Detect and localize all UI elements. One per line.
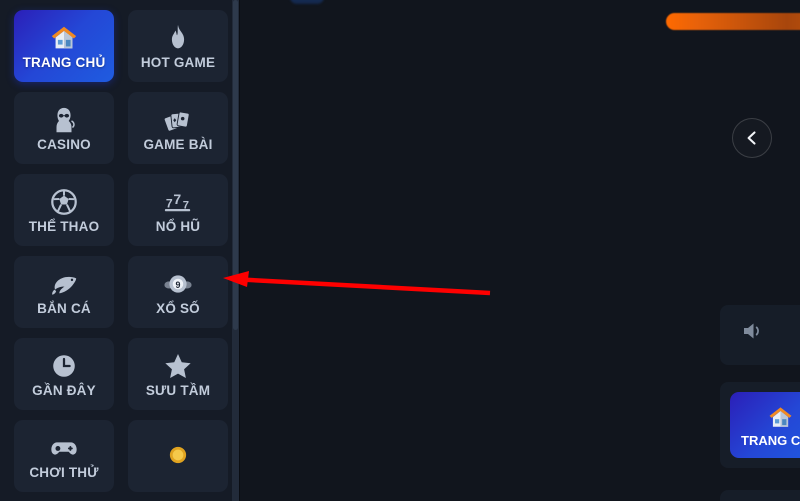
sidebar-tile-0[interactable]: TRANG CHỦ <box>14 10 114 82</box>
app-root: TRANG CHỦ HOT GAME CASINO GAME BÀI THỂ THAO 7… <box>0 0 800 501</box>
game-category-sidebar: TRANG CHỦ HOT GAME CASINO GAME BÀI THỂ THAO 7… <box>0 0 232 501</box>
sidebar-tile-label: GẦN ĐÂY <box>32 382 96 398</box>
sidebar-tile-icon-wrap <box>49 433 79 463</box>
sidebar-tile-label: HOT GAME <box>140 54 216 70</box>
slot-777-icon: 777 <box>164 191 191 211</box>
bottom-nav-tile-0[interactable]: TRANG CHỦ <box>730 392 800 458</box>
gamepad-icon <box>51 442 77 455</box>
sidebar-tile-icon-wrap <box>165 440 191 470</box>
sidebar-tile-icon-wrap: 777 <box>163 187 193 217</box>
sidebar-tile-partial[interactable] <box>128 420 228 492</box>
sidebar-tile-icon-wrap <box>49 269 79 299</box>
sidebar-tile-7[interactable]: 9 XỔ SỐ <box>128 256 228 328</box>
audio-panel <box>720 305 800 365</box>
lottery-ball-9-icon: 9 <box>164 275 192 293</box>
bottom-category-nav: TRANG CHỦHOT GAMECASINO <box>730 392 800 458</box>
bottom-nav-label: TRANG CHỦ <box>741 432 800 448</box>
sidebar-scrollbar[interactable] <box>232 0 239 501</box>
sidebar-tile-label: CHƠI THỬ <box>29 464 99 480</box>
bottom-nav-panel: TRANG CHỦHOT GAMECASINO <box>720 382 800 468</box>
sidebar-tile-icon-wrap <box>49 187 79 217</box>
sidebar-tile-label: XỔ SỐ <box>156 300 200 316</box>
soccer-ball-icon <box>51 188 77 215</box>
sidebar-tile-3[interactable]: GAME BÀI <box>128 92 228 164</box>
sidebar-tile-label: BẮN CÁ <box>37 300 91 316</box>
sidebar-tile-10[interactable]: CHƠI THỬ <box>14 420 114 492</box>
flame-icon <box>171 24 185 49</box>
sidebar-tile-label: CASINO <box>37 136 91 152</box>
sidebar-tile-label: NỔ HŨ <box>155 218 201 234</box>
bottom-footer-panel <box>720 490 800 501</box>
sidebar-scrollbar-thumb[interactable] <box>233 0 238 330</box>
sidebar-tile-label: TRANG CHỦ <box>22 54 106 70</box>
sidebar-tile-grid: TRANG CHỦ HOT GAME CASINO GAME BÀI THỂ THAO 7… <box>0 0 232 497</box>
bottom-nav-icon-wrap <box>767 404 794 432</box>
sidebar-tile-icon-wrap <box>49 105 79 135</box>
sidebar-tile-5[interactable]: 7 7 7 NỔ HŨ <box>128 174 228 246</box>
dealer-woman-icon <box>56 107 75 132</box>
house-icon <box>51 26 77 49</box>
sidebar-tile-icon-wrap <box>163 351 193 381</box>
sidebar-tile-6[interactable]: BẮN CÁ <box>14 256 114 328</box>
sidebar-tile-icon-wrap <box>49 351 79 381</box>
svg-text:7: 7 <box>166 196 173 210</box>
sidebar-tile-icon-wrap <box>49 23 79 53</box>
clock-icon <box>53 354 75 377</box>
sidebar-tile-8[interactable]: GẦN ĐÂY <box>14 338 114 410</box>
sidebar-tile-icon-wrap <box>163 105 193 135</box>
sidebar-tile-label: SƯU TẦM <box>145 382 211 398</box>
sidebar-tile-label: GAME BÀI <box>143 136 213 152</box>
house-icon <box>769 407 791 427</box>
sidebar-tile-9[interactable]: SƯU TẦM <box>128 338 228 410</box>
back-button[interactable] <box>732 118 772 158</box>
blue-tab-stub <box>290 0 324 4</box>
sidebar-tile-2[interactable]: CASINO <box>14 92 114 164</box>
speaker-volume-icon[interactable] <box>742 321 764 346</box>
playing-cards-icon <box>163 111 190 132</box>
orange-promo-bar <box>666 13 800 30</box>
game-stage: TRANG CHỦHOT GAMECASINO <box>240 0 800 501</box>
sidebar-tile-4[interactable]: THỂ THAO <box>14 174 114 246</box>
gold-coin-icon <box>169 446 187 463</box>
svg-text:9: 9 <box>176 280 181 290</box>
svg-text:7: 7 <box>173 191 181 207</box>
star-icon <box>165 353 191 378</box>
sidebar-tile-icon-wrap <box>163 23 193 53</box>
sidebar-tile-label: THỂ THAO <box>28 218 100 234</box>
sidebar-tile-1[interactable]: HOT GAME <box>128 10 228 82</box>
fish-icon <box>52 276 77 295</box>
chevron-left-icon <box>747 131 756 145</box>
sidebar-tile-icon-wrap: 9 <box>163 269 193 299</box>
